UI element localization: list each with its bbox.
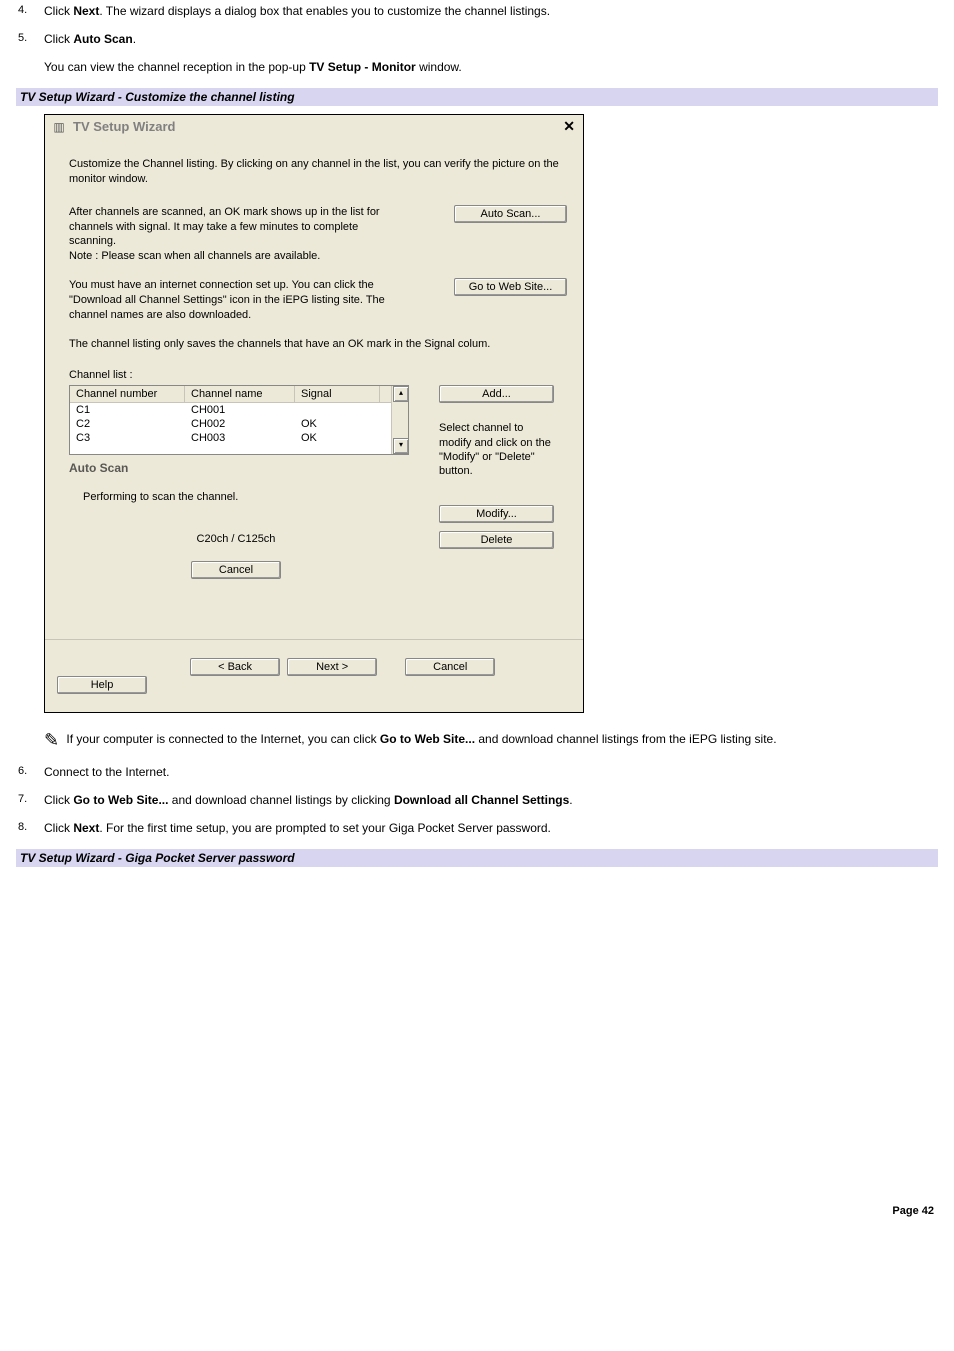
tv-setup-wizard-dialog: ▥ TV Setup Wizard ✕ Customize the Channe… <box>44 114 584 713</box>
step-7-text: Click Go to Web Site... and download cha… <box>44 793 573 807</box>
channel-list-header: Channel number Channel name Signal <box>70 386 408 403</box>
step-5: 5. Click Auto Scan. You can view the cha… <box>16 32 938 74</box>
modify-delete-help: Select channel to modify and click on th… <box>439 421 554 478</box>
step-4-num: 4. <box>18 4 27 16</box>
next-button[interactable]: Next > <box>287 658 377 676</box>
step-5-num: 5. <box>18 32 27 44</box>
step-8-text: Click Next. For the first time setup, yo… <box>44 821 551 835</box>
page-number: Page 42 <box>16 1195 938 1227</box>
back-button[interactable]: < Back <box>190 658 280 676</box>
list-scrollbar[interactable]: ▴ ▾ <box>391 386 408 454</box>
step-6: 6. Connect to the Internet. <box>16 765 938 779</box>
help-button[interactable]: Help <box>57 676 147 694</box>
step-4-text: Click Next. The wizard displays a dialog… <box>44 4 550 18</box>
go-to-website-button[interactable]: Go to Web Site... <box>454 278 567 296</box>
delete-button[interactable]: Delete <box>439 531 554 549</box>
auto-scan-progress: C20ch / C125ch <box>69 533 403 545</box>
note-icon: ✎ <box>44 731 59 749</box>
header-channel-number[interactable]: Channel number <box>70 386 185 402</box>
auto-scan-cancel-button[interactable]: Cancel <box>191 561 281 579</box>
website-description: You must have an internet connection set… <box>69 278 399 323</box>
step-5-text: Click Auto Scan. <box>44 32 136 46</box>
step-4: 4. Click Next. The wizard displays a dia… <box>16 4 938 18</box>
step-8: 8. Click Next. For the first time setup,… <box>16 821 938 835</box>
add-button[interactable]: Add... <box>439 385 554 403</box>
step-5-sub: You can view the channel reception in th… <box>44 60 938 74</box>
channel-list-label: Channel list : <box>69 369 559 381</box>
auto-scan-popup: Auto Scan Performing to scan the channel… <box>69 457 409 612</box>
auto-scan-button[interactable]: Auto Scan... <box>454 205 567 223</box>
scroll-up-icon[interactable]: ▴ <box>393 386 409 402</box>
table-row[interactable]: C3 CH003 OK <box>70 431 408 445</box>
step-6-text: Connect to the Internet. <box>44 765 169 779</box>
scroll-down-icon[interactable]: ▾ <box>393 438 409 454</box>
auto-scan-status: Performing to scan the channel. <box>83 491 403 503</box>
close-icon[interactable]: ✕ <box>561 118 577 135</box>
dialog-titlebar: ▥ TV Setup Wizard ✕ <box>45 115 583 137</box>
dialog-footer: < Back Next > Cancel Help <box>45 639 583 712</box>
step-7-num: 7. <box>18 793 27 805</box>
dialog-title: TV Setup Wizard <box>73 119 561 134</box>
step-6-num: 6. <box>18 765 27 777</box>
save-note: The channel listing only saves the chann… <box>69 337 559 352</box>
table-row[interactable]: C2 CH002 OK <box>70 417 408 431</box>
dialog-intro: Customize the Channel listing. By clicki… <box>69 157 559 187</box>
autoscan-description: After channels are scanned, an OK mark s… <box>69 205 399 264</box>
note-iepg: ✎ If your computer is connected to the I… <box>44 731 938 749</box>
modify-button[interactable]: Modify... <box>439 505 554 523</box>
app-icon: ▥ <box>51 119 67 135</box>
channel-list[interactable]: Channel number Channel name Signal C1 CH… <box>69 385 409 455</box>
header-signal[interactable]: Signal <box>295 386 380 402</box>
step-8-num: 8. <box>18 821 27 833</box>
section-server-password: TV Setup Wizard - Giga Pocket Server pas… <box>16 849 938 867</box>
cancel-button[interactable]: Cancel <box>405 658 495 676</box>
header-channel-name[interactable]: Channel name <box>185 386 295 402</box>
section-customize-listing: TV Setup Wizard - Customize the channel … <box>16 88 938 106</box>
step-7: 7. Click Go to Web Site... and download … <box>16 793 938 807</box>
auto-scan-title: Auto Scan <box>69 461 403 475</box>
table-row[interactable]: C1 CH001 <box>70 403 408 417</box>
